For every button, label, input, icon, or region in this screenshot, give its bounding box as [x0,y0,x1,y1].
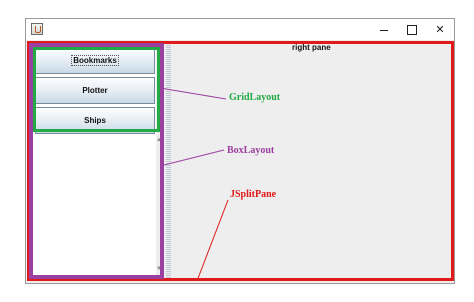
gridlayout-pointer-line [159,87,227,100]
jsplitpane-pointer-line [196,199,229,282]
boxlayout-pointer-line [163,149,225,166]
jsplitpane-annotation: JSplitPane [230,189,277,200]
boxlayout-annotation: BoxLayout [227,145,275,156]
gridlayout-annotation: GridLayout [229,92,281,103]
